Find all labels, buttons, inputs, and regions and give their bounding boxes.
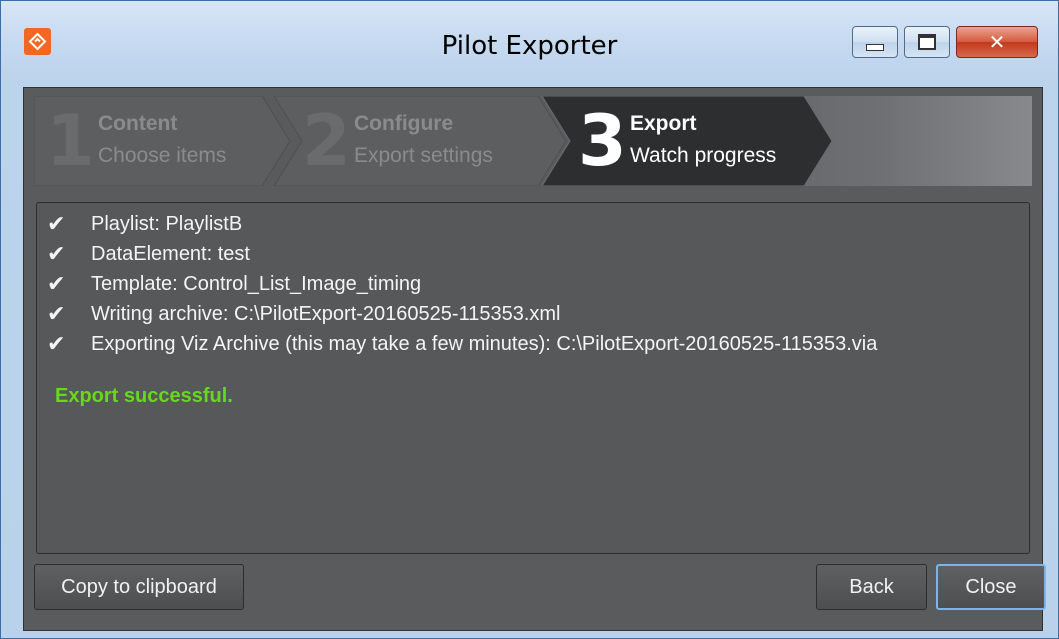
log-text: Template: Control_List_Image_timing: [91, 272, 422, 295]
client-area: 1 Content Choose items 2 Configure Expor…: [23, 87, 1046, 631]
status-message: Export successful.: [55, 385, 233, 407]
export-log[interactable]: ✔ Playlist: PlaylistB ✔ DataElement: tes…: [36, 202, 1030, 554]
step-title: Export: [630, 112, 697, 135]
pilot-exporter-window: Pilot Exporter ✕ 1 Content Choose items: [0, 0, 1059, 639]
close-button[interactable]: Close: [936, 564, 1046, 610]
back-button[interactable]: Back: [816, 564, 927, 610]
checkmark-icon: ✔: [47, 211, 66, 237]
step-subtitle: Watch progress: [630, 144, 777, 167]
checkmark-icon: ✔: [47, 301, 66, 327]
log-text: Playlist: PlaylistB: [91, 212, 243, 235]
log-text: DataElement: test: [91, 242, 250, 265]
maximize-button[interactable]: [904, 26, 950, 58]
log-line: ✔ Template: Control_List_Image_timing: [47, 269, 421, 299]
step-number: 1: [46, 100, 95, 182]
log-line: ✔ DataElement: test: [47, 239, 250, 269]
log-line: ✔ Writing archive: C:\PilotExport-201605…: [47, 299, 561, 329]
step-subtitle: Export settings: [354, 144, 493, 167]
step-content: 1 Content Choose items: [34, 96, 291, 186]
minimize-icon: [866, 43, 884, 51]
wizard-steps: 1 Content Choose items 2 Configure Expor…: [34, 96, 1032, 186]
step-export: 3 Export Watch progress: [542, 96, 842, 186]
log-text: Exporting Viz Archive (this may take a f…: [91, 332, 878, 355]
checkmark-icon: ✔: [47, 331, 66, 357]
copy-to-clipboard-button[interactable]: Copy to clipboard: [34, 564, 244, 610]
minimize-button[interactable]: [852, 26, 898, 58]
log-text: Writing archive: C:\PilotExport-20160525…: [91, 302, 561, 325]
step-number: 3: [578, 100, 627, 182]
close-icon: ✕: [988, 30, 1006, 54]
log-line: ✔ Exporting Viz Archive (this may take a…: [47, 329, 877, 359]
log-line: ✔ Playlist: PlaylistB: [47, 209, 242, 239]
checkmark-icon: ✔: [47, 271, 66, 297]
window-title: Pilot Exporter: [441, 31, 618, 61]
step-configure: 2 Configure Export settings: [274, 96, 567, 186]
close-window-button[interactable]: ✕: [956, 26, 1038, 58]
step-title: Content: [98, 112, 178, 135]
step-subtitle: Choose items: [98, 144, 227, 167]
checkmark-icon: ✔: [47, 241, 66, 267]
title-bar[interactable]: Pilot Exporter ✕: [1, 1, 1058, 87]
step-title: Configure: [354, 112, 454, 135]
maximize-icon: [918, 34, 936, 50]
step-number: 2: [302, 100, 351, 182]
